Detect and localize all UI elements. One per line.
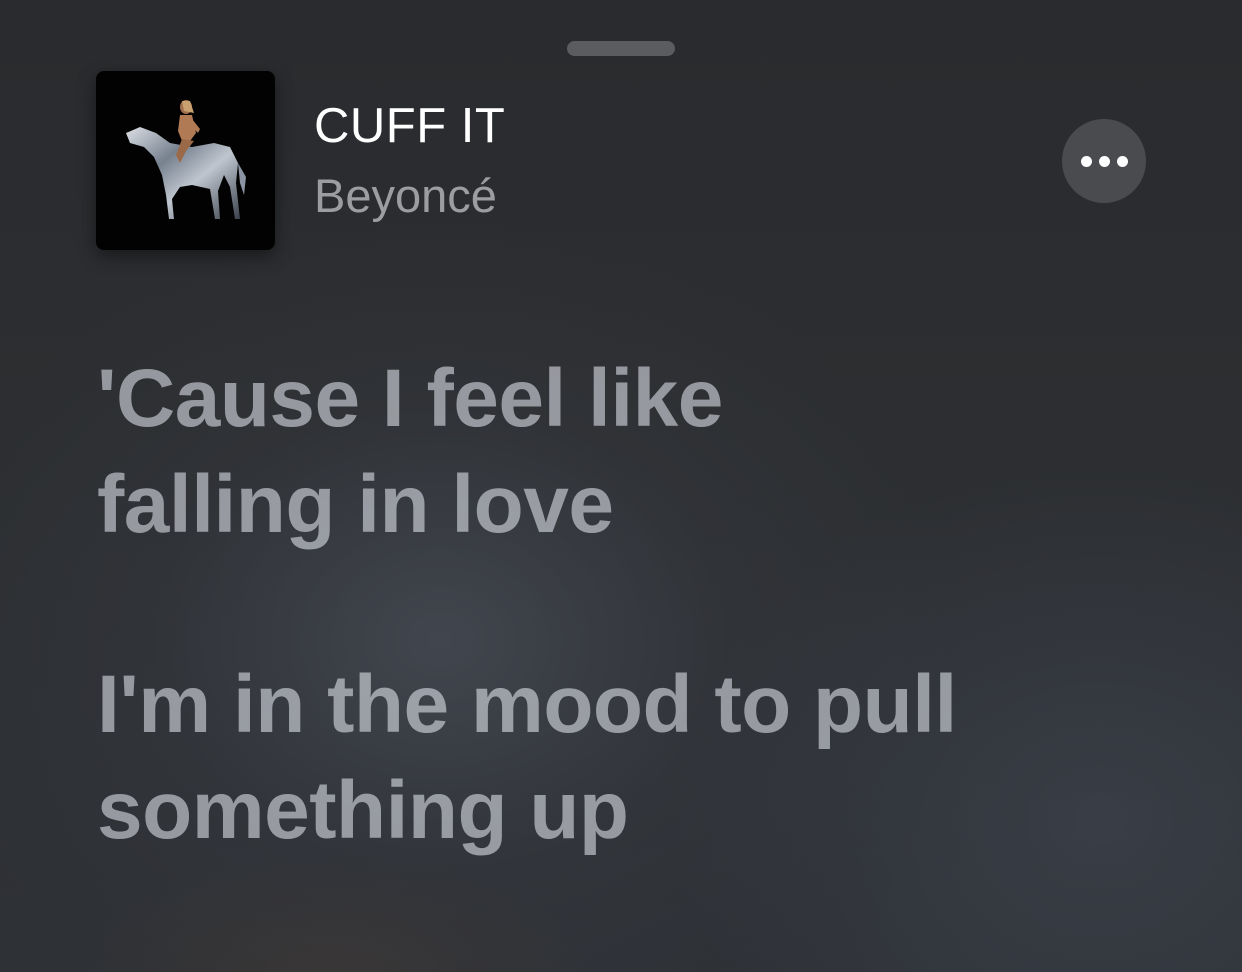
lyric-line[interactable]: something up xyxy=(97,758,1177,864)
album-artwork[interactable] xyxy=(96,71,275,250)
lyric-line[interactable]: I'm in the mood to pull xyxy=(97,652,1177,758)
artist-name[interactable]: Beyoncé xyxy=(314,172,497,219)
horse-rider-artwork-icon xyxy=(126,100,246,219)
lyric-line[interactable]: 'Cause I feel like xyxy=(97,346,1177,452)
more-options-button[interactable] xyxy=(1062,119,1146,203)
lyrics-panel: 'Cause I feel like falling in love I'm i… xyxy=(97,346,1177,864)
song-title: CUFF IT xyxy=(314,99,506,153)
sheet-grabber-handle[interactable] xyxy=(567,41,675,56)
lyric-line[interactable]: falling in love xyxy=(97,452,1177,558)
